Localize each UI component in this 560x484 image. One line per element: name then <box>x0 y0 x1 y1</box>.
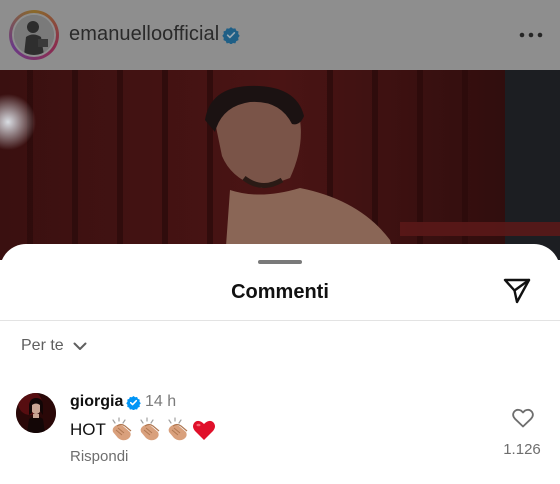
sheet-title: Commenti <box>231 281 329 303</box>
share-send-icon[interactable] <box>502 277 532 305</box>
verified-badge-icon <box>222 27 240 44</box>
comment-text: HOT <box>70 420 106 439</box>
reply-button[interactable]: Rispondi <box>70 448 128 465</box>
verified-badge-icon <box>126 395 141 410</box>
red-heart-icon <box>192 420 215 440</box>
chevron-down-icon <box>73 342 87 350</box>
commenter-avatar[interactable] <box>16 393 56 433</box>
sheet-drag-handle[interactable] <box>258 260 302 264</box>
sort-label: Per te <box>21 337 64 354</box>
avatar-photo <box>14 15 54 55</box>
more-options-icon[interactable] <box>518 26 544 44</box>
comment-timestamp: 14 h <box>145 393 177 410</box>
sort-dropdown[interactable]: Per te <box>21 337 87 355</box>
like-count: 1.126 <box>503 441 541 458</box>
clapping-hands-icon <box>112 417 132 441</box>
like-heart-icon[interactable] <box>512 408 534 428</box>
comment-body: HOT <box>70 417 216 443</box>
commenter-username[interactable]: giorgia <box>70 393 123 411</box>
post-header: emanuelloofficial <box>0 0 560 70</box>
post-username[interactable]: emanuelloofficial <box>69 23 219 46</box>
comments-sheet: Commenti Per te giorgia 14 h HOT Rispond… <box>0 244 560 484</box>
post-image <box>0 70 560 260</box>
sheet-divider <box>0 320 560 321</box>
clapping-hands-icon <box>168 417 188 441</box>
post-author-avatar[interactable] <box>9 10 59 60</box>
clapping-hands-icon <box>140 417 160 441</box>
